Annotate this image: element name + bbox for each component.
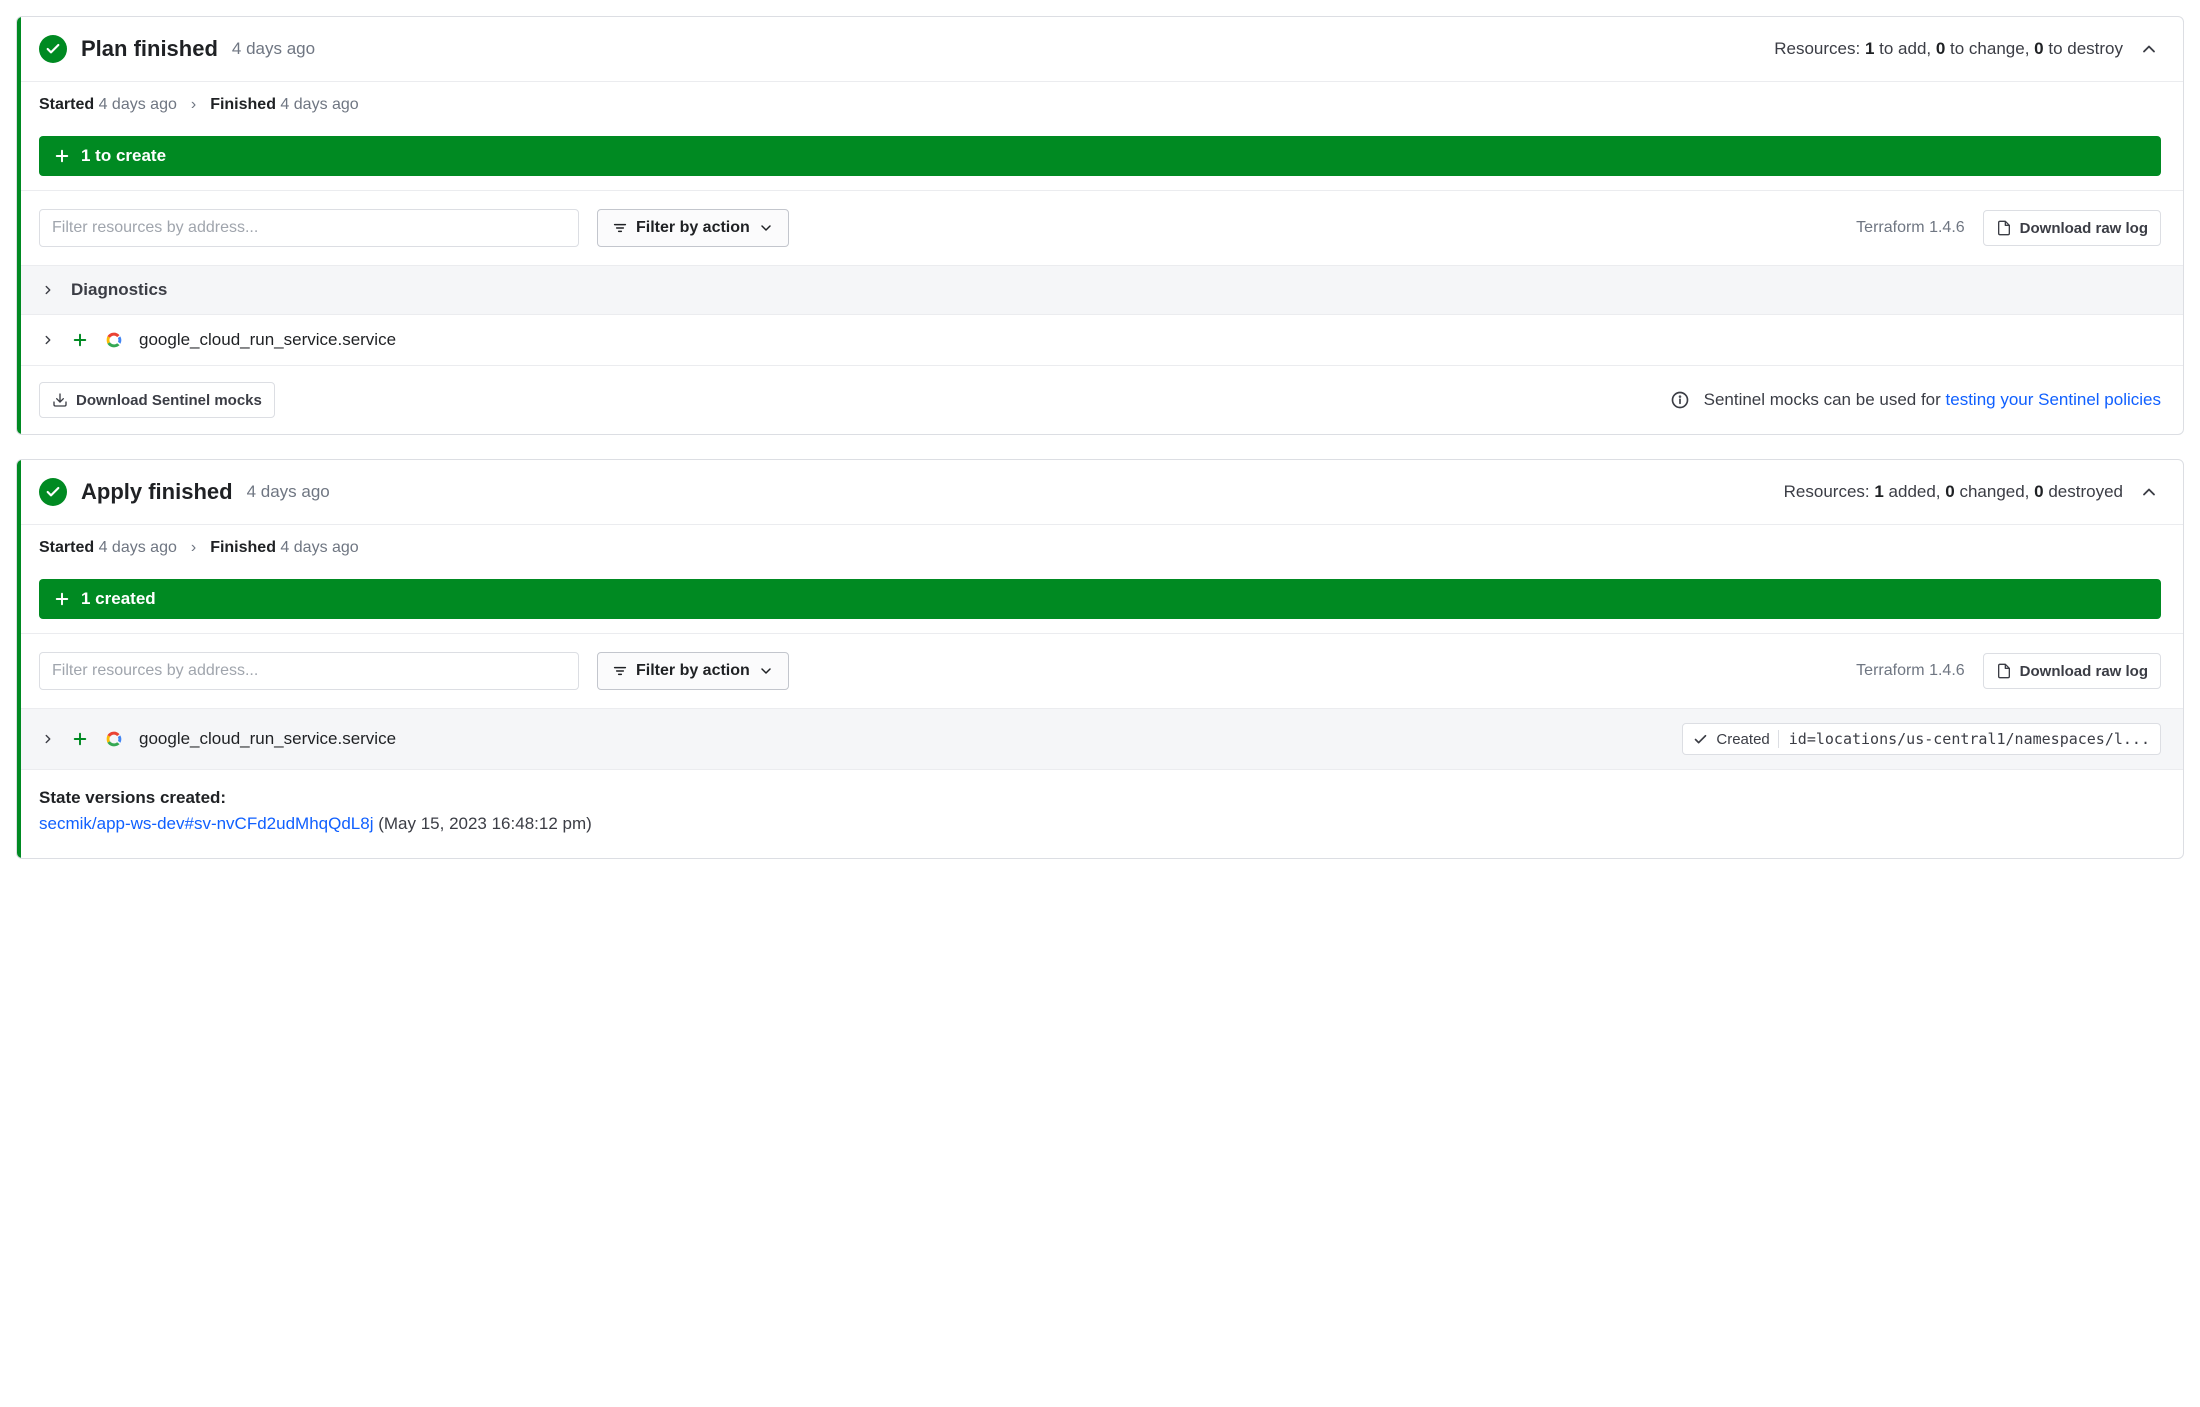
apply-header: Apply finished 4 days ago Resources: 1 a… [17, 460, 2183, 524]
sentinel-info: Sentinel mocks can be used for testing y… [1704, 390, 2161, 410]
chevron-right-icon: › [191, 539, 196, 557]
chevron-right-icon [39, 732, 57, 746]
plan-card: Plan finished 4 days ago Resources: 1 to… [16, 16, 2184, 435]
resource-id: id=locations/us-central1/namespaces/l... [1778, 730, 2150, 748]
resource-address: google_cloud_run_service.service [139, 330, 396, 350]
apply-controls: Filter by action Terraform 1.4.6 Downloa… [17, 634, 2183, 708]
chevron-right-icon [39, 333, 57, 347]
terraform-version: Terraform 1.4.6 [1856, 662, 1964, 680]
download-sentinel-mocks-button[interactable]: Download Sentinel mocks [39, 382, 275, 418]
check-icon [1693, 732, 1708, 747]
check-circle-icon [39, 478, 67, 506]
filter-by-action-button[interactable]: Filter by action [597, 652, 789, 690]
plan-create-banner[interactable]: 1 to create [39, 136, 2161, 176]
diagnostics-row[interactable]: Diagnostics [17, 265, 2183, 314]
sentinel-docs-link[interactable]: testing your Sentinel policies [1946, 390, 2161, 409]
plan-timeline: Started 4 days ago › Finished 4 days ago [17, 81, 2183, 128]
gcp-icon [103, 329, 125, 351]
chevron-right-icon [39, 283, 57, 297]
file-icon [1996, 663, 2012, 679]
created-status-chip: Created id=locations/us-central1/namespa… [1682, 723, 2161, 755]
collapse-apply-button[interactable] [2137, 480, 2161, 504]
state-versions-title: State versions created: [39, 788, 2161, 808]
plan-controls: Filter by action Terraform 1.4.6 Downloa… [17, 191, 2183, 265]
filter-by-action-button[interactable]: Filter by action [597, 209, 789, 247]
apply-timeline: Started 4 days ago › Finished 4 days ago [17, 524, 2183, 571]
apply-ago: 4 days ago [247, 482, 330, 502]
info-icon [1670, 390, 1690, 410]
sentinel-bar: Download Sentinel mocks Sentinel mocks c… [17, 365, 2183, 434]
apply-card: Apply finished 4 days ago Resources: 1 a… [16, 459, 2184, 859]
state-version-timestamp: (May 15, 2023 16:48:12 pm) [373, 814, 591, 833]
download-raw-log-button[interactable]: Download raw log [1983, 210, 2161, 246]
gcp-icon [103, 728, 125, 750]
collapse-plan-button[interactable] [2137, 37, 2161, 61]
apply-resource-row[interactable]: google_cloud_run_service.service Created… [17, 708, 2183, 769]
plan-resources-summary: Resources: 1 to add, 0 to change, 0 to d… [1774, 39, 2123, 59]
apply-resources-summary: Resources: 1 added, 0 changed, 0 destroy… [1784, 482, 2123, 502]
filter-resources-input[interactable] [39, 209, 579, 247]
filter-resources-input[interactable] [39, 652, 579, 690]
plus-icon [71, 331, 89, 349]
file-icon [1996, 220, 2012, 236]
check-circle-icon [39, 35, 67, 63]
state-versions-block: State versions created: secmik/app-ws-de… [17, 769, 2183, 858]
state-version-link[interactable]: secmik/app-ws-dev#sv-nvCFd2udMhqQdL8j [39, 814, 373, 833]
plan-banner-label: 1 to create [81, 146, 166, 166]
chevron-right-icon: › [191, 96, 196, 114]
resource-address: google_cloud_run_service.service [139, 729, 396, 749]
download-icon [52, 392, 68, 408]
download-raw-log-button[interactable]: Download raw log [1983, 653, 2161, 689]
plan-header: Plan finished 4 days ago Resources: 1 to… [17, 17, 2183, 81]
plan-ago: 4 days ago [232, 39, 315, 59]
plus-icon [71, 730, 89, 748]
plan-resource-row[interactable]: google_cloud_run_service.service [17, 314, 2183, 365]
apply-title: Apply finished [81, 479, 233, 505]
terraform-version: Terraform 1.4.6 [1856, 219, 1964, 237]
apply-banner-label: 1 created [81, 589, 156, 609]
plan-title: Plan finished [81, 36, 218, 62]
apply-created-banner[interactable]: 1 created [39, 579, 2161, 619]
